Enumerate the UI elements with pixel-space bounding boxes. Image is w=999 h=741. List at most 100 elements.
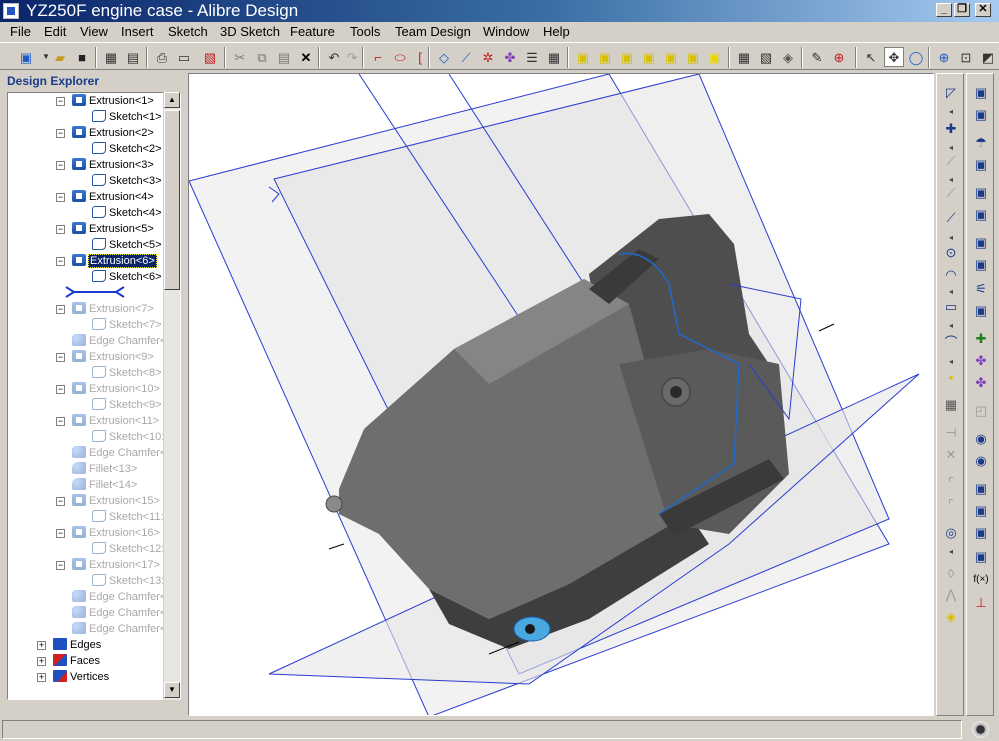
tree-node[interactable]: Edge Chamfer< — [72, 589, 167, 605]
tree-collapse-toggle[interactable]: − — [56, 97, 65, 106]
hidden-lines-icon[interactable]: ▧ — [756, 47, 776, 67]
tool-dropdown-icon[interactable]: ◂ — [941, 174, 961, 184]
tree-node[interactable]: Sketch<10: — [92, 429, 165, 445]
scroll-down-button[interactable]: ▼ — [164, 682, 180, 698]
offset-icon[interactable]: ◎ — [941, 524, 961, 542]
equation-icon[interactable]: f(×) — [971, 570, 991, 588]
redo-icon[interactable]: ↷ — [342, 47, 362, 67]
tree-node[interactable]: Edge Chamfer< — [72, 621, 167, 637]
tree-node[interactable]: Fillet<14> — [72, 477, 138, 493]
tree-node[interactable]: Extrusion<7> — [72, 301, 155, 317]
tree-node[interactable]: Edge Chamfer< — [72, 445, 167, 461]
rectangle-icon[interactable]: ▭ — [941, 298, 961, 316]
pdf-icon[interactable]: ▧ — [200, 47, 220, 67]
model-view[interactable] — [189, 74, 934, 716]
tree-collapse-toggle[interactable]: − — [56, 161, 65, 170]
tree-node[interactable]: Sketch<2> — [92, 141, 163, 157]
tree-collapse-toggle[interactable]: − — [56, 529, 65, 538]
open-icon[interactable]: ▰ — [50, 47, 70, 67]
tree-node[interactable]: Extrusion<15> — [72, 493, 161, 509]
tree-node[interactable]: Extrusion<16> — [72, 525, 161, 541]
save-all-icon[interactable]: ▦ — [101, 47, 121, 67]
print-preview-icon[interactable]: ▭ — [174, 47, 194, 67]
zoom-window-icon[interactable]: ⊡ — [956, 47, 976, 67]
shaded-icon[interactable]: ◈ — [778, 47, 798, 67]
reference-icon[interactable]: ◈ — [941, 608, 961, 626]
tree-node[interactable]: Sketch<7> — [92, 317, 163, 333]
menu-tools[interactable]: Tools — [350, 24, 380, 39]
select-face-icon[interactable]: ◇ — [434, 47, 454, 67]
tree-node[interactable]: Extrusion<9> — [72, 349, 155, 365]
tree-group-faces[interactable]: Faces — [53, 653, 101, 669]
copy-icon[interactable]: ⧉ — [252, 47, 272, 67]
tree-node[interactable]: Extrusion<1> — [72, 93, 155, 109]
view-front-icon[interactable]: ▣ — [573, 47, 593, 67]
rotate-icon[interactable]: ◯ — [906, 47, 926, 67]
print-setup-icon[interactable]: ▤ — [123, 47, 143, 67]
fillet-feature-icon[interactable]: ◉ — [971, 430, 991, 448]
tree-node[interactable]: Edge Chamfer< — [72, 333, 167, 349]
hole-icon[interactable]: ▣ — [971, 480, 991, 498]
arc-icon[interactable]: ◠ — [941, 266, 961, 284]
spline-icon[interactable]: ⌒ — [941, 332, 961, 350]
measure-icon[interactable]: ⊕ — [829, 47, 849, 67]
view-bottom-icon[interactable]: ▣ — [639, 47, 659, 67]
menu-sketch[interactable]: Sketch — [168, 24, 208, 39]
menu-file[interactable]: File — [10, 24, 31, 39]
pattern-feature-icon[interactable]: ✚ — [971, 330, 991, 348]
zoom-in-icon[interactable]: ⊕ — [934, 47, 954, 67]
delete-icon[interactable]: ✕ — [296, 47, 316, 67]
tree-expand-toggle[interactable]: + — [37, 657, 46, 666]
tree-collapse-toggle[interactable]: − — [56, 353, 65, 362]
display-options-icon[interactable]: ✎ — [807, 47, 827, 67]
view-left-icon[interactable]: ▣ — [661, 47, 681, 67]
tree-node[interactable]: Extrusion<2> — [72, 125, 155, 141]
revolve-boss-icon[interactable]: ☂ — [971, 134, 991, 152]
revolve-cut-icon[interactable]: ▣ — [971, 156, 991, 174]
cut-icon[interactable]: ✂ — [230, 47, 250, 67]
scroll-up-button[interactable]: ▲ — [164, 92, 180, 108]
tool-dropdown-icon[interactable]: ◂ — [941, 320, 961, 330]
tree-node[interactable]: Extrusion<10> — [72, 381, 161, 397]
tool-dropdown-icon[interactable]: ◂ — [941, 106, 961, 116]
tree-collapse-toggle[interactable]: − — [56, 497, 65, 506]
tree-group-vertices[interactable]: Vertices — [53, 669, 110, 685]
select-vertex-icon[interactable]: ✲ — [478, 47, 498, 67]
paste-icon[interactable]: ▤ — [274, 47, 294, 67]
extend-icon[interactable]: ✕ — [941, 446, 961, 464]
chamfer-sketch-icon[interactable]: ⌜ — [941, 496, 961, 514]
menu-view[interactable]: View — [80, 24, 108, 39]
point-icon[interactable]: ✚ — [941, 120, 961, 138]
mirror-icon[interactable]: ◊ — [941, 564, 961, 582]
sketch-point-icon[interactable]: • — [941, 368, 961, 386]
pattern-icon[interactable]: ⋀ — [941, 586, 961, 604]
tree-node[interactable]: Sketch<11: — [92, 509, 165, 525]
draft-icon[interactable]: ▣ — [971, 502, 991, 520]
menu-feature[interactable]: Feature — [290, 24, 335, 39]
tree-node[interactable]: Extrusion<17> — [72, 557, 161, 573]
tree-collapse-toggle[interactable]: − — [56, 129, 65, 138]
loft-boss-icon[interactable]: ▣ — [971, 234, 991, 252]
menu-window[interactable]: Window — [483, 24, 529, 39]
tree-node[interactable]: Sketch<1> — [92, 109, 163, 125]
tree-collapse-toggle[interactable]: − — [56, 417, 65, 426]
tree-node[interactable]: Extrusion<11> — [72, 413, 160, 429]
dimension-icon[interactable]: ⊥ — [971, 594, 991, 612]
circle-icon[interactable]: ⊙ — [941, 244, 961, 262]
tool-dropdown-icon[interactable]: ◂ — [941, 546, 961, 556]
sketch-mode-icon[interactable]: ◸ — [941, 84, 961, 102]
view-top-icon[interactable]: ▣ — [617, 47, 637, 67]
tree-node[interactable]: Extrusion<5> — [72, 221, 155, 237]
save-icon[interactable]: ■ — [72, 47, 92, 67]
tree-scrollbar[interactable]: ▲ ▼ — [163, 92, 180, 700]
extrude-boss-icon[interactable]: ▣ — [971, 84, 991, 102]
view-back-icon[interactable]: ▣ — [595, 47, 615, 67]
view-right-icon[interactable]: ▣ — [683, 47, 703, 67]
zoom-fit-icon[interactable]: ◩ — [978, 47, 998, 67]
tree-node[interactable]: Sketch<12: — [92, 541, 165, 557]
show-hide-icon[interactable]: ✤ — [500, 47, 520, 67]
pointer-icon[interactable]: ↖ — [861, 47, 881, 67]
mirror-feature-icon[interactable]: ✤ — [971, 352, 991, 370]
tool-dropdown-icon[interactable]: ◂ — [941, 356, 961, 366]
fillet-sketch-icon[interactable]: ⌜ — [941, 474, 961, 492]
